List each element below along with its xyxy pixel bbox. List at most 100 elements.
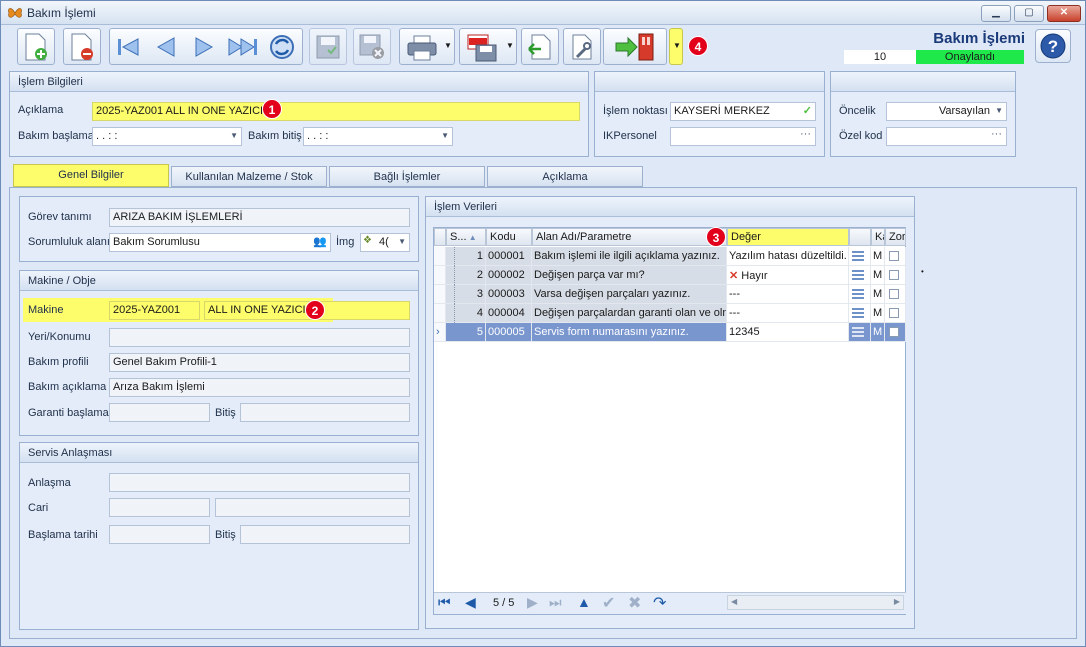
next-record-icon[interactable] bbox=[190, 34, 218, 60]
cancel-icon[interactable]: ✖ bbox=[628, 593, 641, 613]
users-icon[interactable]: 👥 bbox=[313, 235, 327, 248]
import-button[interactable] bbox=[521, 28, 559, 65]
tab-genel-bilgiler[interactable]: Genel Bilgiler bbox=[13, 164, 169, 187]
cell-deger[interactable]: --- bbox=[727, 304, 849, 323]
tree-line bbox=[454, 285, 455, 304]
cell-deger[interactable]: 12345 bbox=[727, 323, 849, 342]
next-page-icon[interactable]: ▶ bbox=[527, 594, 538, 611]
cell-zor[interactable] bbox=[885, 323, 906, 342]
callout-badge-2: 2 bbox=[305, 300, 325, 320]
bakim-aciklama-label: Bakım açıklama bbox=[28, 381, 107, 393]
minimize-button[interactable]: ▁ bbox=[981, 5, 1011, 22]
bakim-bitis-input[interactable]: . . : : ▼ bbox=[303, 127, 453, 146]
aciklama-input[interactable]: 2025-YAZ001 ALL IN ONE YAZICI bbox=[92, 102, 580, 121]
cancel-save-button[interactable] bbox=[353, 28, 391, 65]
group-title-empty bbox=[595, 72, 824, 92]
cell-s-text: 4 bbox=[476, 307, 483, 319]
cell-m-text: M bbox=[873, 307, 883, 319]
ozel-kod-input[interactable]: ··· bbox=[886, 127, 1007, 146]
save-button[interactable] bbox=[309, 28, 347, 65]
first-page-icon[interactable]: ⏮ bbox=[438, 594, 451, 611]
last-record-icon[interactable] bbox=[226, 34, 260, 60]
previous-record-icon[interactable] bbox=[152, 34, 180, 60]
cell-deger[interactable]: ✕ Hayır bbox=[727, 266, 849, 285]
cell-deger[interactable]: Yazılım hatası düzeltildi. bbox=[727, 247, 849, 266]
grid-header-s[interactable]: S... ▲ bbox=[446, 228, 486, 246]
list-lines-icon bbox=[852, 289, 864, 299]
group-title: Makine / Obje bbox=[20, 271, 418, 291]
first-record-icon[interactable] bbox=[114, 34, 142, 60]
oncelik-value: Varsayılan bbox=[938, 105, 990, 117]
grid-header-deger[interactable]: Değer bbox=[727, 228, 849, 246]
ellipsis-icon[interactable]: ··· bbox=[991, 128, 1002, 140]
list-type-icon bbox=[849, 266, 871, 285]
cell-m-text: M bbox=[873, 288, 883, 300]
exit-dropdown-button[interactable]: ▼ bbox=[669, 28, 683, 65]
scroll-right-icon[interactable]: ▶ bbox=[894, 597, 900, 606]
table-row[interactable]: › 5 000005 Servis form numarasını yazınız. 1… bbox=[434, 323, 906, 342]
cell-zor[interactable] bbox=[885, 266, 906, 285]
tab-kullanilan-malzeme[interactable]: Kullanılan Malzeme / Stok bbox=[171, 166, 327, 187]
grid-header-alan[interactable]: Alan Adı/Parametre bbox=[532, 228, 727, 246]
export-pdf-button[interactable]: ▼ bbox=[459, 28, 517, 65]
grid-header-ka[interactable]: Ka bbox=[871, 228, 885, 246]
list-type-icon bbox=[849, 247, 871, 266]
zorunlu-checkbox[interactable] bbox=[889, 308, 899, 318]
aciklama-label: Açıklama bbox=[18, 104, 64, 116]
bakim-baslama-input[interactable]: . . : : ▼ bbox=[92, 127, 242, 146]
previous-page-icon[interactable]: ◀ bbox=[465, 594, 476, 611]
refresh-grid-icon[interactable]: ↷ bbox=[653, 593, 666, 613]
refresh-icon[interactable] bbox=[266, 32, 298, 62]
close-button[interactable]: ✕ bbox=[1047, 5, 1081, 22]
confirm-icon[interactable]: ✔ bbox=[602, 593, 615, 613]
main-window: Bakım İşlemi ▁ ▢ ✕ ▼ ▼ ▼ 4 Bakım İşlemi … bbox=[0, 0, 1086, 647]
garanti-bitis-label: Bitiş bbox=[215, 407, 236, 419]
grid-header-type[interactable] bbox=[849, 228, 871, 246]
bakim-profili-field: Genel Bakım Profili-1 bbox=[109, 353, 410, 372]
delete-record-button[interactable] bbox=[63, 28, 101, 65]
table-row[interactable]: 3 000003 Varsa değişen parçaları yazınız. -… bbox=[434, 285, 906, 304]
cell-alan-text: Bakım işlemi ile ilgili açıklama yazınız… bbox=[534, 250, 720, 262]
cell-zor[interactable] bbox=[885, 304, 906, 323]
islem-noktasi-input[interactable]: KAYSERİ MERKEZ ✓ bbox=[670, 102, 816, 121]
cell-kodu: 000003 bbox=[486, 285, 532, 304]
last-page-icon[interactable]: ⏭ bbox=[549, 594, 562, 611]
cell-zor[interactable] bbox=[885, 285, 906, 304]
cari-code-field bbox=[109, 498, 210, 517]
zorunlu-checkbox[interactable] bbox=[889, 251, 899, 261]
cell-m-text: M bbox=[873, 250, 883, 262]
callout-badge-1: 1 bbox=[262, 99, 282, 119]
maximize-button[interactable]: ▢ bbox=[1014, 5, 1044, 22]
sorumluluk-alani-input[interactable]: Bakım Sorumlusu 👥 bbox=[109, 233, 331, 252]
scroll-left-icon[interactable]: ◀ bbox=[731, 597, 737, 606]
new-record-button[interactable] bbox=[17, 28, 55, 65]
table-row[interactable]: 1 000001 Bakım işlemi ile ilgili açıklama … bbox=[434, 247, 906, 266]
zorunlu-checkbox[interactable] bbox=[889, 289, 899, 299]
img-select[interactable]: ❖ 4(▼ bbox=[360, 233, 410, 252]
baslama-tarihi-field bbox=[109, 525, 210, 544]
insert-row-icon[interactable]: ▲ bbox=[577, 594, 591, 610]
status-badge: Onaylandı bbox=[916, 50, 1024, 64]
tools-button[interactable] bbox=[563, 28, 601, 65]
ellipsis-icon[interactable]: ··· bbox=[800, 128, 811, 140]
zorunlu-checkbox[interactable] bbox=[889, 270, 899, 280]
ik-personel-input[interactable]: ··· bbox=[670, 127, 816, 146]
help-button[interactable]: ? bbox=[1035, 29, 1071, 63]
cell-zor[interactable] bbox=[885, 247, 906, 266]
makine-code-input[interactable]: 2025-YAZ001 bbox=[109, 301, 200, 320]
tab-bagli-islemler[interactable]: Bağlı İşlemler bbox=[329, 166, 485, 187]
tab-aciklama[interactable]: Açıklama bbox=[487, 166, 643, 187]
oncelik-select[interactable]: Varsayılan ▼ bbox=[886, 102, 1007, 121]
cell-kodu-text: 000004 bbox=[488, 307, 525, 319]
cell-m: M bbox=[871, 247, 885, 266]
table-row[interactable]: 2 000002 Değişen parça var mı? ✕ Hayır M bbox=[434, 266, 906, 285]
grid-header-zor[interactable]: Zor bbox=[885, 228, 906, 246]
exit-button[interactable] bbox=[603, 28, 667, 65]
zorunlu-checkbox[interactable] bbox=[889, 327, 899, 337]
cell-deger[interactable]: --- bbox=[727, 285, 849, 304]
table-row[interactable]: 4 000004 Değişen parçalardan garanti olan … bbox=[434, 304, 906, 323]
horizontal-scrollbar[interactable]: ◀ ▶ bbox=[727, 595, 904, 610]
print-button[interactable]: ▼ bbox=[399, 28, 455, 65]
grid-header-kodu[interactable]: Kodu bbox=[486, 228, 532, 246]
garanti-bitis-field bbox=[240, 403, 410, 422]
